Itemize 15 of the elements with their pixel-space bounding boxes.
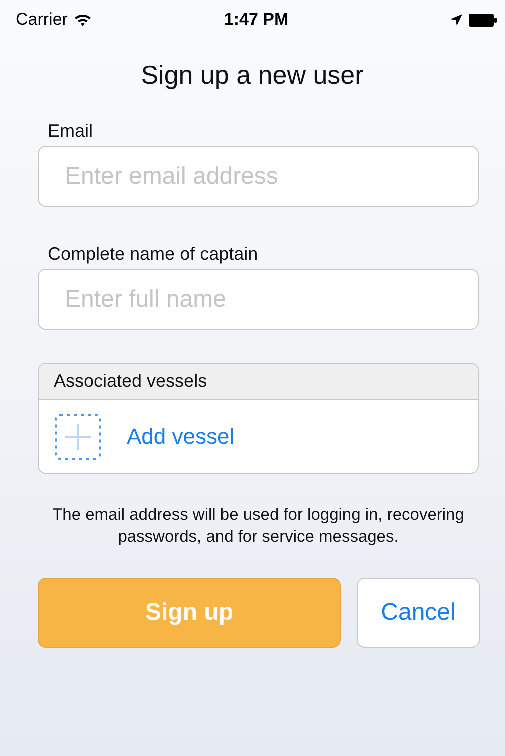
- field-label: Complete name of captain: [48, 244, 260, 265]
- info-text: The email address will be used for logging in, recovering passwords, and for service messages.: [52, 505, 466, 548]
- add-vessel-link[interactable]: Add vessel: [127, 424, 235, 450]
- text-field[interactable]: Enter full name: [38, 269, 479, 330]
- text-field[interactable]: Enter email address: [38, 146, 479, 207]
- cancel-button[interactable]: Cancel: [357, 578, 480, 648]
- page-title: Sign up a new user: [140, 60, 365, 91]
- field-label: Email: [48, 121, 94, 142]
- wifi-icon: [74, 13, 92, 27]
- dashed-plus-icon: [55, 414, 101, 460]
- carrier-name: Carrier: [16, 10, 68, 30]
- location-arrow-icon: [450, 14, 463, 26]
- battery-icon: [469, 14, 497, 26]
- status-time: 1:47 PM: [224, 10, 289, 30]
- section-header: Associated vessels: [39, 364, 478, 400]
